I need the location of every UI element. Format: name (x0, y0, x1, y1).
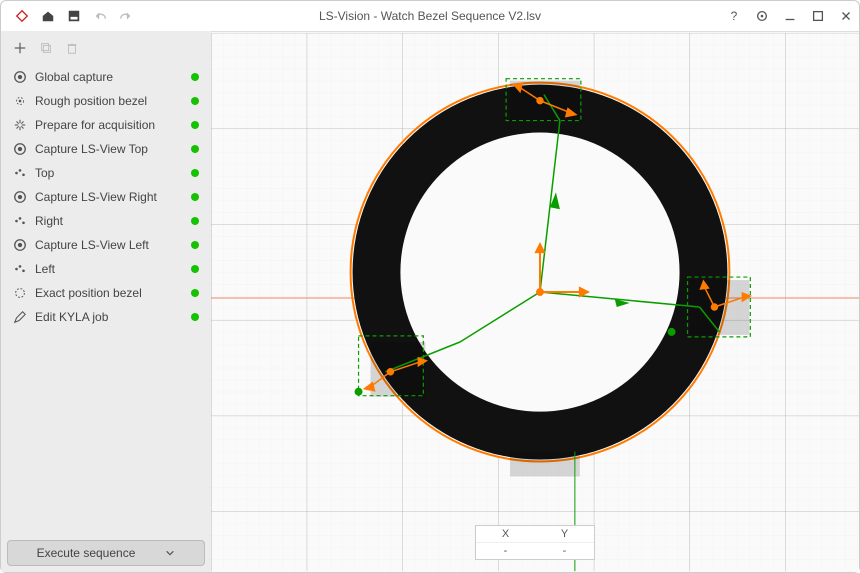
title-bar: LS-Vision - Watch Bezel Sequence V2.lsv … (1, 1, 859, 31)
step-label: Left (35, 262, 183, 276)
minimize-icon[interactable] (783, 9, 797, 23)
chevron-down-icon (165, 548, 175, 558)
sequence-step[interactable]: Right (7, 209, 205, 233)
status-dot (191, 97, 199, 105)
help-icon[interactable]: ? (727, 9, 741, 23)
camera-icon (13, 238, 27, 252)
coord-x-label: X (476, 526, 535, 542)
undo-icon (93, 9, 107, 23)
add-step-icon[interactable] (13, 41, 29, 57)
dotset-icon (13, 166, 27, 180)
sequence-step[interactable]: Prepare for acquisition (7, 113, 205, 137)
target-icon (13, 94, 27, 108)
circle-icon (13, 286, 27, 300)
status-dot (191, 73, 199, 81)
step-label: Capture LS-View Top (35, 142, 183, 156)
step-label: Exact position bezel (35, 286, 183, 300)
step-label: Top (35, 166, 183, 180)
sequence-step[interactable]: Rough position bezel (7, 89, 205, 113)
status-dot (191, 217, 199, 225)
sequence-step[interactable]: Capture LS-View Top (7, 137, 205, 161)
step-label: Global capture (35, 70, 183, 84)
camera-icon (13, 190, 27, 204)
step-label: Right (35, 214, 183, 228)
sequence-sidebar: Global capture Rough position bezel Prep… (1, 31, 211, 572)
sequence-step[interactable]: Left (7, 257, 205, 281)
camera-icon (13, 142, 27, 156)
sequence-step[interactable]: Capture LS-View Right (7, 185, 205, 209)
window-title: LS-Vision - Watch Bezel Sequence V2.lsv (133, 9, 727, 23)
coord-x-value: - (476, 543, 535, 559)
coord-y-label: Y (535, 526, 594, 542)
dotset-icon (13, 214, 27, 228)
status-dot (191, 265, 199, 273)
home-icon[interactable] (41, 9, 55, 23)
dotset-icon (13, 262, 27, 276)
save-icon[interactable] (67, 9, 81, 23)
sequence-step[interactable]: Edit KYLA job (7, 305, 205, 329)
step-label: Edit KYLA job (35, 310, 183, 324)
coord-readout: X Y - - (475, 525, 595, 560)
status-dot (191, 121, 199, 129)
delete-step-icon (65, 41, 81, 57)
step-label: Rough position bezel (35, 94, 183, 108)
status-dot (191, 169, 199, 177)
sequence-step[interactable]: Exact position bezel (7, 281, 205, 305)
sequence-step[interactable]: Capture LS-View Left (7, 233, 205, 257)
execute-sequence-button[interactable]: Execute sequence (7, 540, 205, 566)
status-dot (191, 313, 199, 321)
camera-icon (13, 70, 27, 84)
status-dot (191, 241, 199, 249)
redo-icon (119, 9, 133, 23)
app-logo-icon (15, 9, 29, 23)
step-label: Prepare for acquisition (35, 118, 183, 132)
vision-canvas[interactable]: X Y - - (211, 31, 859, 572)
status-dot (191, 145, 199, 153)
spark-icon (13, 118, 27, 132)
close-icon[interactable] (839, 9, 853, 23)
gear-icon[interactable] (755, 9, 769, 23)
step-label: Capture LS-View Right (35, 190, 183, 204)
status-dot (191, 289, 199, 297)
duplicate-step-icon (39, 41, 55, 57)
sequence-step[interactable]: Global capture (7, 65, 205, 89)
coord-y-value: - (535, 543, 594, 559)
maximize-icon[interactable] (811, 9, 825, 23)
step-label: Capture LS-View Left (35, 238, 183, 252)
execute-label: Execute sequence (37, 546, 136, 560)
status-dot (191, 193, 199, 201)
pencil-icon (13, 310, 27, 324)
sequence-step[interactable]: Top (7, 161, 205, 185)
